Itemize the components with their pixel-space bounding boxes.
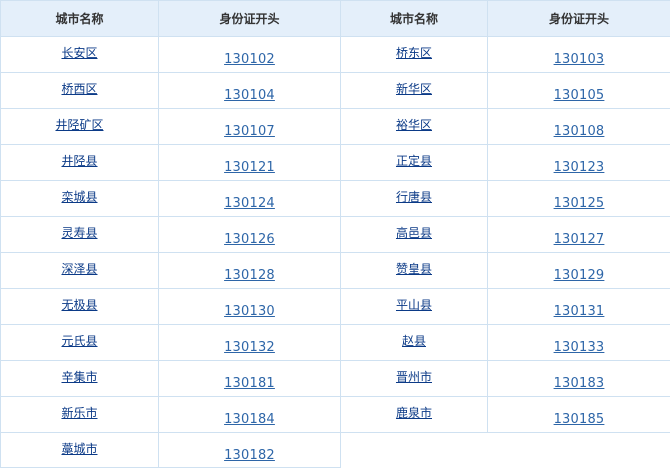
id-code-link[interactable]: 130127 (554, 232, 605, 247)
id-code-link[interactable]: 130131 (554, 304, 605, 319)
empty-cell (341, 433, 670, 468)
table-row: 新乐市 130184 鹿泉市 130185 (1, 397, 670, 433)
id-code-link[interactable]: 130102 (224, 52, 275, 67)
table-row: 井陉县 130121 正定县 130123 (1, 145, 670, 181)
id-code-link[interactable]: 130181 (224, 376, 275, 391)
id-code-link[interactable]: 130103 (554, 52, 605, 67)
header-id-prefix-2: 身份证开头 (488, 1, 670, 37)
id-code-link[interactable]: 130182 (224, 448, 275, 463)
city-link[interactable]: 藁城市 (61, 442, 97, 456)
table-header-row: 城市名称 身份证开头 城市名称 身份证开头 (1, 1, 670, 37)
city-link[interactable]: 桥西区 (61, 82, 97, 96)
table-row: 元氏县 130132 赵县 130133 (1, 325, 670, 361)
city-link[interactable]: 井陉县 (61, 154, 97, 168)
city-link[interactable]: 辛集市 (61, 370, 97, 384)
id-code-link[interactable]: 130129 (554, 268, 605, 283)
city-link[interactable]: 长安区 (61, 46, 97, 60)
city-link[interactable]: 赵县 (402, 334, 426, 348)
id-prefix-table: 城市名称 身份证开头 城市名称 身份证开头 长安区 130102 桥东区 130… (0, 0, 670, 468)
table-row: 深泽县 130128 赞皇县 130129 (1, 253, 670, 289)
id-code-link[interactable]: 130132 (224, 340, 275, 355)
id-code-link[interactable]: 130108 (554, 124, 605, 139)
id-code-link[interactable]: 130133 (554, 340, 605, 355)
id-code-link[interactable]: 130124 (224, 196, 275, 211)
table-row: 栾城县 130124 行唐县 130125 (1, 181, 670, 217)
city-link[interactable]: 鹿泉市 (396, 406, 432, 420)
city-link[interactable]: 平山县 (396, 298, 432, 312)
id-code-link[interactable]: 130185 (554, 412, 605, 427)
city-link[interactable]: 裕华区 (396, 118, 432, 132)
city-link[interactable]: 深泽县 (61, 262, 97, 276)
id-code-link[interactable]: 130104 (224, 88, 275, 103)
id-code-link[interactable]: 130128 (224, 268, 275, 283)
city-link[interactable]: 无极县 (61, 298, 97, 312)
header-id-prefix-1: 身份证开头 (159, 1, 341, 37)
table-row: 灵寿县 130126 高邑县 130127 (1, 217, 670, 253)
id-code-link[interactable]: 130183 (554, 376, 605, 391)
city-link[interactable]: 高邑县 (396, 226, 432, 240)
header-city-name-1: 城市名称 (1, 1, 159, 37)
city-link[interactable]: 新华区 (396, 82, 432, 96)
table-row: 无极县 130130 平山县 130131 (1, 289, 670, 325)
id-code-link[interactable]: 130107 (224, 124, 275, 139)
id-code-link[interactable]: 130126 (224, 232, 275, 247)
city-link[interactable]: 正定县 (396, 154, 432, 168)
city-link[interactable]: 行唐县 (396, 190, 432, 204)
city-link[interactable]: 灵寿县 (61, 226, 97, 240)
city-link[interactable]: 晋州市 (396, 370, 432, 384)
city-link[interactable]: 桥东区 (396, 46, 432, 60)
city-link[interactable]: 元氏县 (61, 334, 97, 348)
city-link[interactable]: 新乐市 (61, 406, 97, 420)
city-link[interactable]: 栾城县 (61, 190, 97, 204)
table-row: 长安区 130102 桥东区 130103 (1, 37, 670, 73)
table-row: 井陉矿区 130107 裕华区 130108 (1, 109, 670, 145)
city-link[interactable]: 井陉矿区 (55, 118, 103, 132)
city-link[interactable]: 赞皇县 (396, 262, 432, 276)
id-code-link[interactable]: 130105 (554, 88, 605, 103)
header-city-name-2: 城市名称 (341, 1, 488, 37)
table-row: 藁城市 130182 (1, 433, 670, 468)
id-code-link[interactable]: 130123 (554, 160, 605, 175)
id-code-link[interactable]: 130184 (224, 412, 275, 427)
id-code-link[interactable]: 130125 (554, 196, 605, 211)
id-code-link[interactable]: 130121 (224, 160, 275, 175)
table-row: 桥西区 130104 新华区 130105 (1, 73, 670, 109)
id-code-link[interactable]: 130130 (224, 304, 275, 319)
table-row: 辛集市 130181 晋州市 130183 (1, 361, 670, 397)
